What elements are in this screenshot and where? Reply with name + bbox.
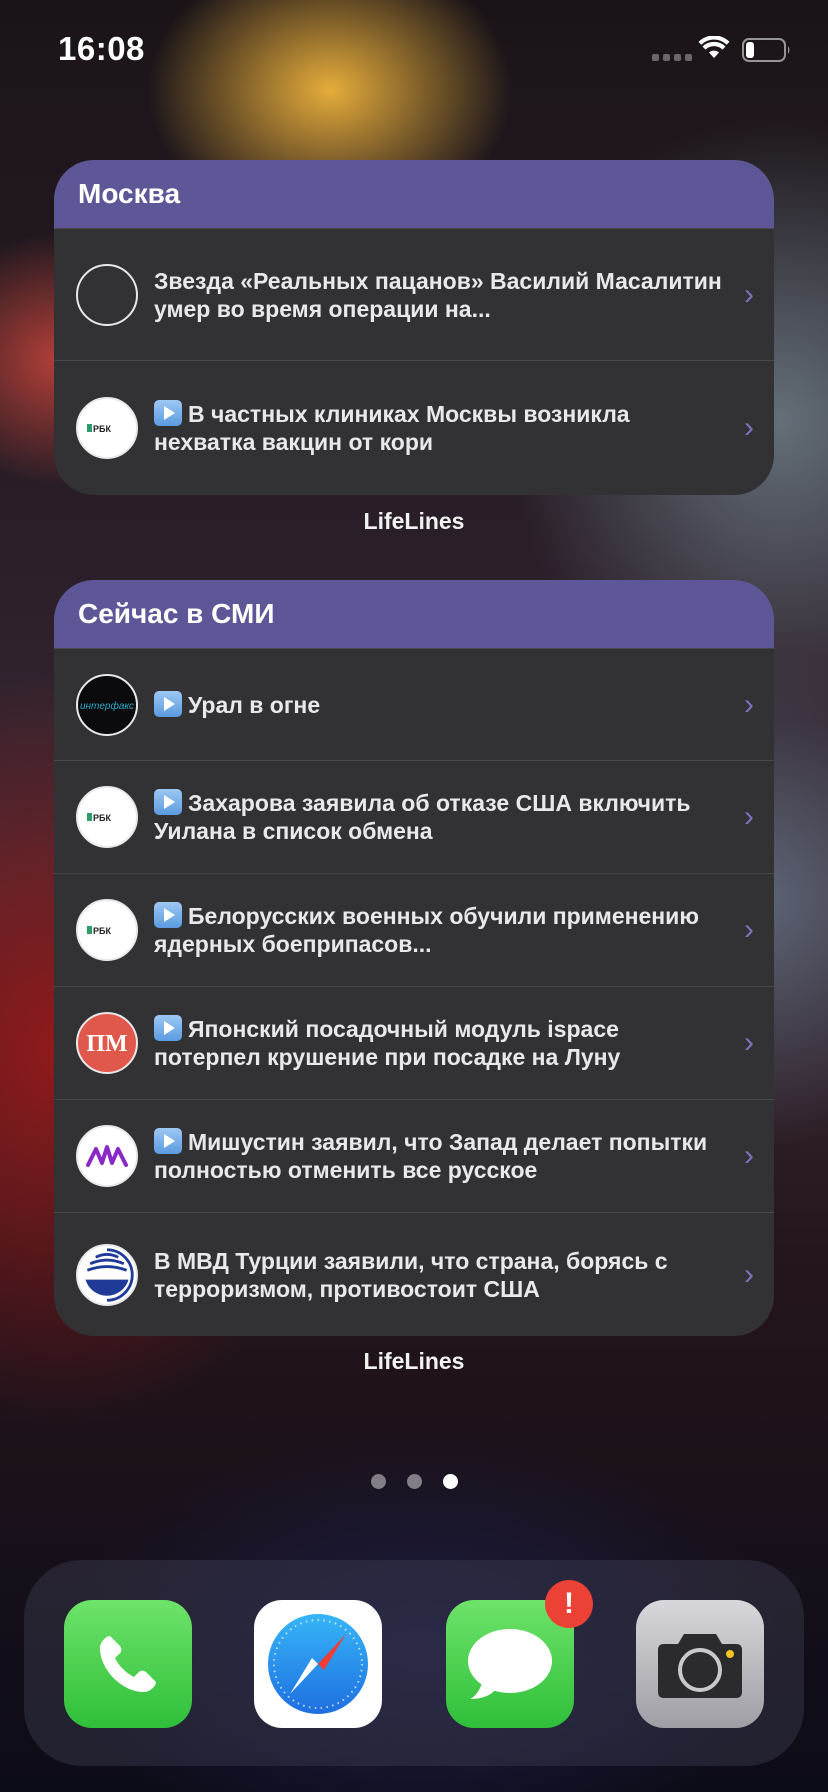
news-headline: Японский посадочный модуль ispace потерп… xyxy=(154,1015,621,1070)
news-row[interactable]: Звезда «Реальных пацанов» Василий Масали… xyxy=(54,228,774,360)
globe-logo xyxy=(76,1243,138,1306)
safari-app[interactable] xyxy=(254,1600,382,1728)
news-headline: Звезда «Реальных пацанов» Василий Масали… xyxy=(154,267,722,322)
messages-icon xyxy=(468,1629,552,1699)
wifi-icon xyxy=(698,35,730,65)
chevron-right-icon: › xyxy=(744,1026,754,1059)
news-row[interactable]: ПМ Японский посадочный модуль ispace пот… xyxy=(54,986,774,1099)
page-dot[interactable] xyxy=(370,1474,386,1489)
svg-text:ПМ: ПМ xyxy=(86,1031,127,1057)
news-row[interactable]: РБК Захарова заявила об отказе США включ… xyxy=(54,760,774,873)
widget-title: Москва xyxy=(54,160,774,228)
widget-media-now[interactable]: Сейчас в СМИ интерфакс Урал в огне › РБК… xyxy=(54,580,774,1336)
battery-icon xyxy=(742,38,792,67)
interfax-logo: интерфакс xyxy=(76,673,138,736)
widget-title: Сейчас в СМИ xyxy=(54,580,774,648)
rbc-logo: РБК xyxy=(76,397,138,459)
video-play-icon xyxy=(154,690,182,717)
phone-icon xyxy=(100,1636,156,1692)
video-play-icon xyxy=(154,789,182,815)
chevron-right-icon: › xyxy=(744,277,754,311)
news-headline: В частных клиниках Москвы возникла нехва… xyxy=(154,400,630,455)
chevron-right-icon: › xyxy=(744,800,754,833)
camera-icon xyxy=(658,1634,742,1698)
notification-badge: ! xyxy=(545,1580,593,1628)
pm-logo: ПМ xyxy=(76,1012,138,1074)
wave-logo xyxy=(76,1125,138,1187)
news-headline: Урал в огне xyxy=(154,690,724,719)
widget-app-label: LifeLines xyxy=(363,508,465,534)
news-row[interactable]: В МВД Турции заявили, что страна, борясь… xyxy=(54,1212,774,1336)
video-play-icon xyxy=(154,1128,182,1154)
page-dot-active[interactable] xyxy=(442,1474,458,1489)
video-play-icon xyxy=(154,902,182,928)
page-indicator[interactable] xyxy=(0,1474,828,1489)
chevron-right-icon: › xyxy=(744,687,754,721)
rbc-logo: РБК xyxy=(76,899,138,961)
status-bar: 16:08 xyxy=(0,0,828,100)
news-headline: В МВД Турции заявили, что страна, борясь… xyxy=(154,1247,668,1302)
safari-icon xyxy=(268,1614,368,1714)
news-row[interactable]: РБК В частных клиниках Москвы возникла н… xyxy=(54,360,774,495)
blank-logo xyxy=(76,263,138,326)
news-headline: Белорусских военных обучили применению я… xyxy=(154,902,699,957)
rbc-logo: РБК xyxy=(76,786,138,848)
news-headline: Захарова заявила об отказе США включить … xyxy=(154,789,691,844)
chevron-right-icon: › xyxy=(744,913,754,946)
camera-app[interactable] xyxy=(636,1600,764,1728)
chevron-right-icon: › xyxy=(744,411,754,444)
status-time: 16:08 xyxy=(58,30,145,67)
news-row[interactable]: РБК Белорусских военных обучили применен… xyxy=(54,873,774,986)
widget-app-label: LifeLines xyxy=(363,1348,465,1374)
svg-text:РБК: РБК xyxy=(93,424,111,434)
chevron-right-icon: › xyxy=(744,1257,754,1291)
svg-text:интерфакс: интерфакс xyxy=(80,700,134,712)
svg-text:РБК: РБК xyxy=(93,926,111,936)
news-headline: Мишустин заявил, что Запад делает попытк… xyxy=(154,1128,708,1183)
page-dot[interactable] xyxy=(406,1474,422,1489)
svg-text:РБК: РБК xyxy=(93,813,111,823)
widget-moscow[interactable]: Москва Звезда «Реальных пацанов» Василий… xyxy=(54,160,774,495)
phone-app[interactable] xyxy=(64,1600,192,1728)
video-play-icon xyxy=(154,1015,182,1041)
news-row[interactable]: интерфакс Урал в огне › xyxy=(54,648,774,760)
chevron-right-icon: › xyxy=(744,1139,754,1172)
cellular-signal-icon xyxy=(652,54,692,61)
video-play-icon xyxy=(154,400,182,426)
news-row[interactable]: Мишустин заявил, что Запад делает попытк… xyxy=(54,1099,774,1212)
